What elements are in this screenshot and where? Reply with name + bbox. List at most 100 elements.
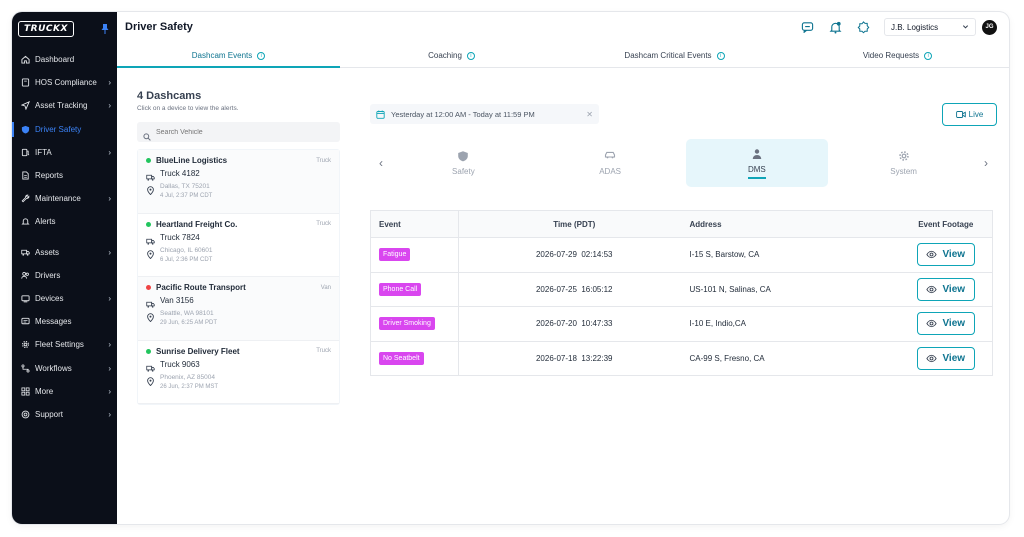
calendar-icon: [376, 110, 385, 119]
tab-label: Video Requests: [862, 51, 920, 60]
tab-dashcam-critical-events[interactable]: Dashcam Critical Events i: [563, 44, 786, 67]
view-footage-button[interactable]: View: [916, 312, 975, 336]
sidebar-item-driver-safety[interactable]: Driver Safety: [12, 118, 117, 141]
chat-icon[interactable]: [800, 20, 814, 34]
tab-coaching[interactable]: Coaching i: [340, 44, 563, 67]
chevron-right-icon: ›: [108, 247, 111, 257]
date-range-filter[interactable]: Yesterday at 12:00 AM - Today at 11:59 P…: [370, 104, 599, 124]
time-cell: 2026-07-20 10:47:33: [458, 306, 690, 342]
tab-label: Coaching: [428, 51, 462, 60]
users-icon: [20, 270, 30, 280]
event-badge: No Seatbelt: [379, 351, 424, 365]
sidebar-item-label: HOS Compliance: [35, 78, 97, 88]
sidebar-item-more[interactable]: More ›: [12, 380, 117, 403]
vehicle-search[interactable]: [137, 122, 340, 142]
table-row[interactable]: No Seatbelt 2026-07-18 13:22:39 CA-99 S, F…: [370, 341, 993, 376]
address-cell: CA-99 S, Fresno, CA: [689, 353, 765, 363]
info-icon[interactable]: i: [466, 51, 475, 60]
nav-divider: [12, 234, 117, 241]
view-footage-button[interactable]: View: [916, 346, 975, 370]
footage-cell: View: [899, 237, 993, 273]
table-body: Fatigue 2026-07-29 02:14:53 I-15 S, Barsto…: [370, 237, 993, 376]
search-input[interactable]: [156, 128, 306, 136]
clear-date-icon[interactable]: ✕: [586, 110, 593, 119]
category-dms[interactable]: DMS: [685, 139, 829, 187]
sidebar-item-fleet-settings[interactable]: Fleet Settings ›: [12, 333, 117, 356]
device-location: Chicago, IL 60601: [160, 246, 213, 254]
category-safety[interactable]: Safety: [392, 139, 535, 187]
address-cell: US-101 N, Salinas, CA: [689, 272, 900, 307]
view-footage-button[interactable]: View: [916, 277, 975, 301]
event-badge: Fatigue: [379, 248, 411, 262]
tab-video-requests[interactable]: Video Requests i: [786, 44, 1009, 67]
live-button[interactable]: Live: [942, 103, 997, 126]
send-icon: [20, 101, 30, 111]
time-cell: 2026-07-25 16:05:12: [458, 272, 690, 307]
live-label: Live: [968, 110, 984, 119]
truck-icon: [146, 296, 155, 308]
time-cell: 2026-07-18 13:22:39: [535, 353, 613, 363]
device-card[interactable]: BlueLine Logistics Truck Truck 4182 Dallas,…: [138, 150, 339, 214]
event-category-bar: ‹ Safety ADAS DMS System ›: [370, 138, 997, 188]
info-icon[interactable]: i: [257, 51, 266, 60]
badge-alert-icon[interactable]: [856, 20, 870, 34]
sidebar-item-devices[interactable]: Devices ›: [12, 287, 117, 310]
sidebar-item-reports[interactable]: Reports: [12, 164, 117, 187]
alert-icon: [20, 217, 30, 227]
person-icon: [751, 148, 763, 160]
sidebar-item-label: Messages: [35, 317, 72, 327]
info-icon[interactable]: i: [924, 51, 933, 60]
sidebar-item-label: Asset Tracking: [35, 101, 88, 111]
chevron-right-icon: ›: [108, 78, 111, 88]
event-cell: Driver Smoking: [370, 306, 459, 342]
device-location: Seattle, WA 98101: [160, 310, 214, 317]
chevron-right-icon: ›: [108, 194, 111, 204]
category-system[interactable]: System: [832, 139, 975, 187]
sidebar-item-messages[interactable]: Messages: [12, 310, 117, 333]
pin-icon[interactable]: [101, 24, 109, 34]
header-address: Address: [689, 210, 900, 238]
organization-select[interactable]: J.B. Logistics: [884, 18, 976, 36]
tab-dashcam-events[interactable]: Dashcam Events i: [117, 44, 340, 68]
address-cell: I-10 E, Indio,CA: [689, 306, 900, 342]
sidebar-item-alerts[interactable]: Alerts: [12, 210, 117, 233]
device-name: Heartland Freight Co.: [156, 219, 238, 229]
category-adas[interactable]: ADAS: [539, 139, 682, 187]
fuel-icon: [20, 147, 30, 157]
table-row[interactable]: Driver Smoking 2026-07-20 10:47:33 I-10 E,…: [370, 306, 993, 342]
status-dot: [146, 221, 151, 227]
sidebar-item-hos-compliance[interactable]: HOS Compliance ›: [12, 71, 117, 94]
chevron-right-icon[interactable]: ›: [975, 156, 997, 170]
table-row[interactable]: Phone Call 2026-07-25 16:05:12 US-101 N, S…: [370, 272, 993, 307]
view-footage-button[interactable]: View: [916, 243, 975, 267]
date-range-text: Yesterday at 12:00 AM - Today at 11:59 P…: [391, 109, 535, 119]
sidebar-item-maintenance[interactable]: Maintenance ›: [12, 187, 117, 210]
chevron-right-icon: ›: [108, 101, 111, 111]
device-card[interactable]: Sunrise Delivery Fleet Truck Truck 9063 Pho…: [138, 341, 339, 404]
table-row[interactable]: Fatigue 2026-07-29 02:14:53 I-15 S, Barsto…: [370, 237, 993, 273]
header-footage: Event Footage: [899, 210, 993, 238]
video-camera-icon: [955, 110, 966, 119]
sidebar-item-support[interactable]: Support ›: [12, 403, 117, 426]
device-type: Truck: [316, 157, 331, 164]
chevron-left-icon[interactable]: ‹: [370, 156, 392, 170]
event-cell: Phone Call: [370, 272, 459, 307]
sidebar-item-dashboard[interactable]: Dashboard: [12, 48, 117, 71]
view-label: View: [942, 352, 966, 364]
device-type: Truck: [316, 221, 331, 227]
sidebar-item-assets[interactable]: Assets ›: [12, 241, 117, 264]
sidebar-item-workflows[interactable]: Workflows ›: [12, 356, 117, 379]
sidebar-item-label: Devices: [35, 293, 64, 303]
device-card[interactable]: Pacific Route Transport Van Van 3156 Seattl…: [138, 277, 339, 341]
sidebar-item-drivers[interactable]: Drivers: [12, 264, 117, 287]
bell-icon[interactable]: [828, 20, 842, 34]
device-card[interactable]: Heartland Freight Co. Truck Truck 7824 Chic…: [138, 214, 339, 277]
truckx-logo[interactable]: TRUCKX: [18, 21, 74, 37]
sidebar-item-asset-tracking[interactable]: Asset Tracking ›: [12, 94, 117, 117]
sidebar-item-ifta[interactable]: IFTA ›: [12, 141, 117, 164]
top-header: Driver Safety J.B. Logistics JG: [117, 12, 1009, 42]
footage-cell: View: [899, 306, 993, 342]
info-icon[interactable]: i: [716, 51, 725, 60]
device-icon: [20, 293, 30, 303]
user-avatar[interactable]: JG: [982, 19, 997, 35]
